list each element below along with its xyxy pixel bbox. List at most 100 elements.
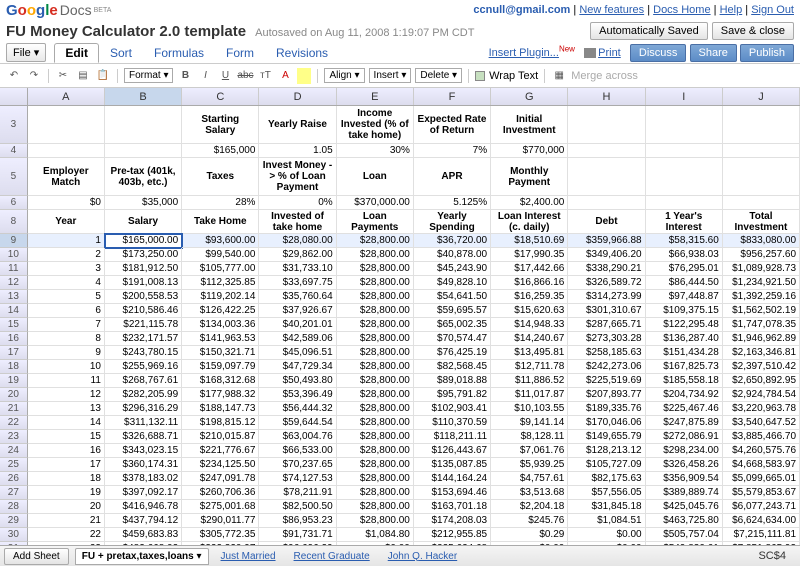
- cell[interactable]: $70,237.65: [259, 458, 336, 472]
- row-header[interactable]: 22: [0, 416, 28, 430]
- cell[interactable]: $207,893.77: [568, 388, 645, 402]
- cell[interactable]: $173,250.00: [105, 248, 182, 262]
- cell[interactable]: $40,201.01: [259, 318, 336, 332]
- cell[interactable]: Invested of take home: [259, 210, 336, 234]
- cell[interactable]: Taxes: [182, 158, 259, 196]
- cell[interactable]: $326,589.72: [568, 276, 645, 290]
- cell[interactable]: [646, 106, 723, 144]
- cell[interactable]: $95,791.82: [414, 388, 491, 402]
- cell[interactable]: $11,886.52: [491, 374, 568, 388]
- cell[interactable]: $425,045.76: [646, 500, 723, 514]
- cell[interactable]: Loan Payments: [337, 210, 414, 234]
- cell[interactable]: $89,018.88: [414, 374, 491, 388]
- cell[interactable]: $109,375.15: [646, 304, 723, 318]
- cell[interactable]: $28,800.00: [337, 360, 414, 374]
- cell[interactable]: $16,259.35: [491, 290, 568, 304]
- cell[interactable]: $149,655.79: [568, 430, 645, 444]
- cell[interactable]: $167,825.73: [646, 360, 723, 374]
- cell[interactable]: $2,397,510.42: [723, 360, 800, 374]
- cut-icon[interactable]: ✂: [55, 68, 71, 84]
- cell[interactable]: $93,600.00: [182, 234, 259, 248]
- col-header[interactable]: H: [568, 88, 645, 105]
- cell[interactable]: $210,586.46: [105, 304, 182, 318]
- cell[interactable]: $397,092.17: [105, 486, 182, 500]
- cell[interactable]: $28,800.00: [337, 472, 414, 486]
- cell[interactable]: 14: [28, 416, 105, 430]
- cell[interactable]: $102,903.41: [414, 402, 491, 416]
- cell[interactable]: 8: [28, 332, 105, 346]
- cell[interactable]: $198,815.12: [182, 416, 259, 430]
- cell[interactable]: $189,335.76: [568, 402, 645, 416]
- new-features-link[interactable]: New features: [579, 4, 644, 16]
- cell[interactable]: [646, 196, 723, 210]
- cell[interactable]: 19: [28, 486, 105, 500]
- cell[interactable]: $234,125.50: [182, 458, 259, 472]
- cell[interactable]: $57,556.05: [568, 486, 645, 500]
- tab-form[interactable]: Form: [215, 43, 265, 63]
- cell[interactable]: $17,442.66: [491, 262, 568, 276]
- sheet-tab-active[interactable]: FU + pretax,taxes,loans ▾: [75, 548, 209, 565]
- cell[interactable]: $128,213.12: [568, 444, 645, 458]
- cell[interactable]: $28,800.00: [337, 430, 414, 444]
- signout-link[interactable]: Sign Out: [751, 4, 794, 16]
- cell[interactable]: $82,568.45: [414, 360, 491, 374]
- cell[interactable]: 17: [28, 458, 105, 472]
- cell[interactable]: $437,794.12: [105, 514, 182, 528]
- cell[interactable]: 21: [28, 514, 105, 528]
- row-header[interactable]: 15: [0, 318, 28, 332]
- cell[interactable]: 28%: [182, 196, 259, 210]
- cell[interactable]: $40,878.00: [414, 248, 491, 262]
- cell[interactable]: $28,800.00: [337, 262, 414, 276]
- cell[interactable]: $18,510.69: [491, 234, 568, 248]
- cell[interactable]: $5,939.25: [491, 458, 568, 472]
- row-header[interactable]: 17: [0, 346, 28, 360]
- cell[interactable]: $16,866.16: [491, 276, 568, 290]
- cell[interactable]: $28,800.00: [337, 500, 414, 514]
- paste-icon[interactable]: 📋: [95, 68, 111, 84]
- cell[interactable]: $17,990.35: [491, 248, 568, 262]
- cell[interactable]: $28,800.00: [337, 276, 414, 290]
- discuss-button[interactable]: Discuss: [630, 44, 687, 62]
- cell[interactable]: $163,701.18: [414, 500, 491, 514]
- cell[interactable]: $174,208.03: [414, 514, 491, 528]
- cell[interactable]: 3: [28, 262, 105, 276]
- cell[interactable]: $165,000.00: [105, 234, 182, 248]
- cell[interactable]: $338,290.21: [568, 262, 645, 276]
- row-header[interactable]: 4: [0, 144, 28, 158]
- row-header[interactable]: 26: [0, 472, 28, 486]
- cell[interactable]: $378,183.02: [105, 472, 182, 486]
- copy-icon[interactable]: ▤: [75, 68, 91, 84]
- format-menu[interactable]: Format ▾: [124, 68, 173, 83]
- cell[interactable]: $82,175.63: [568, 472, 645, 486]
- cell[interactable]: $370,000.00: [337, 196, 414, 210]
- cell[interactable]: Total Investment: [723, 210, 800, 234]
- cell[interactable]: $37,926.67: [259, 304, 336, 318]
- cell[interactable]: $258,185.63: [568, 346, 645, 360]
- cell[interactable]: $28,800.00: [337, 444, 414, 458]
- cell[interactable]: Yearly Raise: [259, 106, 336, 144]
- cell[interactable]: 4: [28, 276, 105, 290]
- col-header[interactable]: I: [646, 88, 723, 105]
- cell[interactable]: $28,800.00: [337, 346, 414, 360]
- merge-icon[interactable]: ▦: [551, 68, 567, 84]
- row-header[interactable]: 28: [0, 500, 28, 514]
- cell[interactable]: $105,777.00: [182, 262, 259, 276]
- cell[interactable]: $247,091.78: [182, 472, 259, 486]
- cell[interactable]: $49,828.10: [414, 276, 491, 290]
- cell[interactable]: 5.125%: [414, 196, 491, 210]
- cell[interactable]: $212,955.85: [414, 528, 491, 542]
- cell[interactable]: $31,845.18: [568, 500, 645, 514]
- cell[interactable]: [568, 158, 645, 196]
- cell[interactable]: APR: [414, 158, 491, 196]
- cell[interactable]: $63,004.76: [259, 430, 336, 444]
- cell[interactable]: $956,257.60: [723, 248, 800, 262]
- cell[interactable]: $296,316.29: [105, 402, 182, 416]
- cell[interactable]: Initial Investment: [491, 106, 568, 144]
- cell[interactable]: $165,000: [182, 144, 259, 158]
- cell[interactable]: $35,000: [105, 196, 182, 210]
- cell[interactable]: $66,938.03: [646, 248, 723, 262]
- cell[interactable]: $3,513.68: [491, 486, 568, 500]
- cell[interactable]: $126,422.25: [182, 304, 259, 318]
- cell[interactable]: $112,325.85: [182, 276, 259, 290]
- cell[interactable]: $360,174.31: [105, 458, 182, 472]
